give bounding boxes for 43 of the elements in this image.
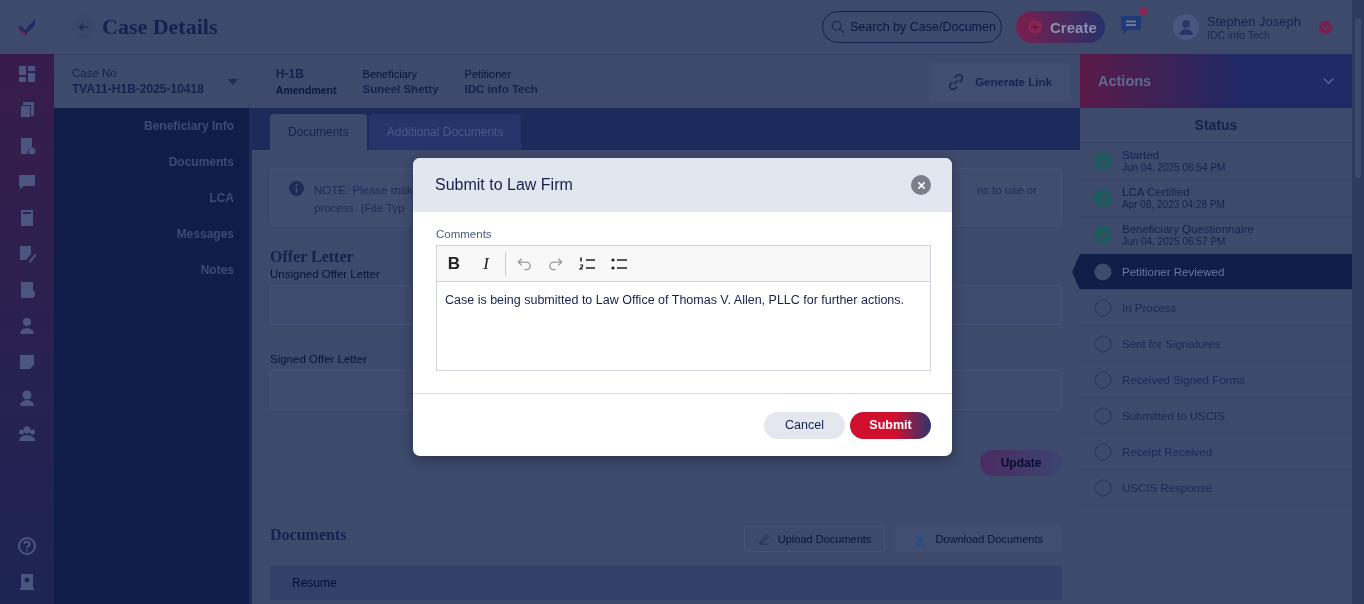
dashboard-icon[interactable] [17, 64, 37, 84]
documents-icon[interactable] [17, 100, 37, 120]
comment-text: Case is being submitted to Law Office of Thomas V. Allen, PLLC for further actions. [444, 292, 906, 309]
caret-down-icon[interactable] [227, 76, 238, 87]
table-header: Resume [292, 576, 337, 590]
status-label: Petitioner Reviewed [1122, 265, 1225, 278]
cancel-button[interactable]: Cancel [764, 411, 845, 439]
pencil-icon [757, 533, 770, 545]
help-icon[interactable] [17, 536, 37, 556]
guide-book-icon[interactable] [17, 572, 37, 592]
bold-button[interactable]: B [445, 253, 463, 274]
edit-icon[interactable] [17, 244, 37, 264]
chat-icon[interactable] [1119, 13, 1144, 37]
note-icon[interactable] [17, 352, 37, 372]
download-icon [914, 532, 928, 546]
italic-button[interactable]: I [477, 253, 495, 274]
create-button[interactable]: Create [1016, 11, 1106, 43]
person-icon[interactable] [17, 316, 37, 336]
link-icon [947, 72, 966, 91]
search-icon [831, 20, 846, 34]
avatar-icon[interactable] [1173, 14, 1200, 40]
logo-icon [17, 17, 37, 37]
back-button[interactable] [72, 15, 96, 39]
file-field[interactable] [270, 370, 413, 410]
actions-header[interactable]: Actions [1080, 54, 1352, 108]
field-label: Comments [436, 228, 493, 240]
caret-down-icon[interactable] [1319, 20, 1332, 34]
file-field[interactable] [952, 285, 1062, 325]
file-field[interactable] [952, 370, 1062, 410]
group-icon[interactable] [17, 424, 37, 444]
agent-icon[interactable] [17, 388, 37, 408]
chevron-down-icon [1323, 75, 1334, 87]
info-icon [289, 181, 304, 196]
submit-button[interactable]: Submit [850, 411, 931, 439]
file-field[interactable] [270, 285, 413, 325]
close-button[interactable] [911, 175, 931, 195]
download-documents-button[interactable]: Download Documents [895, 526, 1062, 552]
dialog-title: Submit to Law Firm [435, 176, 573, 194]
arrow-left-icon [78, 21, 90, 33]
plus-icon [1028, 20, 1043, 34]
chat-icon[interactable] [17, 172, 37, 192]
close-icon [916, 180, 926, 190]
comment-editor[interactable]: B I Case is being submitted to Law Office of Thomas V. Allen, PLLC for further actions. [436, 245, 931, 371]
